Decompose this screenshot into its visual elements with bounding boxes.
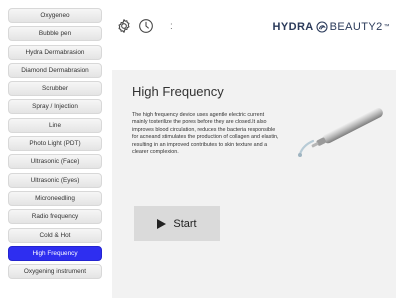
treatment-detail-panel: High Frequency The high frequency device… [112, 70, 396, 298]
start-button-label: Start [173, 217, 197, 230]
brand-logo: HYDRA BEAUTY2 ™ [273, 21, 390, 33]
treatment-sidebar: Oxygeneo Bubble pen Hydra Dermabrasion D… [8, 8, 102, 282]
brand-name-part1: HYDRA [272, 21, 314, 33]
sidebar-item-line[interactable]: Line [8, 117, 102, 133]
panel-title: High Frequency [132, 84, 224, 99]
start-button[interactable]: Start [134, 206, 220, 241]
sidebar-item-high-frequency[interactable]: High Frequency [8, 245, 102, 261]
trademark-mark: ™ [383, 24, 390, 30]
sidebar-item-diamond-dermabrasion[interactable]: Diamond Dermabrasion [8, 62, 102, 78]
sidebar-item-hydra-dermabrasion[interactable]: Hydra Dermabrasion [8, 44, 102, 60]
panel-description: The high frequency device uses agentle e… [132, 112, 279, 156]
sidebar-item-cold-hot[interactable]: Cold & Hot [8, 227, 102, 243]
sidebar-item-radio-frequency[interactable]: Radio frequency [8, 209, 102, 225]
sidebar-item-bubble-pen[interactable]: Bubble pen [8, 26, 102, 42]
sidebar-item-ultrasonic-face[interactable]: Ultrasonic (Face) [8, 154, 102, 170]
sidebar-item-ultrasonic-eyes[interactable]: Ultrasonic (Eyes) [8, 172, 102, 188]
sidebar-item-spray-injection[interactable]: Spray / Injection [8, 99, 102, 115]
play-icon [157, 218, 167, 229]
settings-gear-icon[interactable] [116, 18, 132, 34]
sidebar-item-microneedling[interactable]: Microneedling [8, 190, 102, 206]
sidebar-item-scrubber[interactable]: Scrubber [8, 81, 102, 97]
top-toolbar: : [116, 18, 173, 34]
sidebar-item-oxygeneo[interactable]: Oxygeneo [8, 8, 102, 23]
sidebar-item-oxygening-instrument[interactable]: Oxygening instrument [8, 264, 102, 280]
time-separator: : [170, 20, 173, 32]
sidebar-item-photo-light[interactable]: Photo Light (PDT) [8, 136, 102, 152]
clock-icon[interactable] [138, 18, 154, 34]
swirl-logo-icon [316, 21, 328, 33]
brand-name-part2: BEAUTY2 [329, 21, 383, 33]
high-frequency-wand-image [298, 107, 383, 157]
